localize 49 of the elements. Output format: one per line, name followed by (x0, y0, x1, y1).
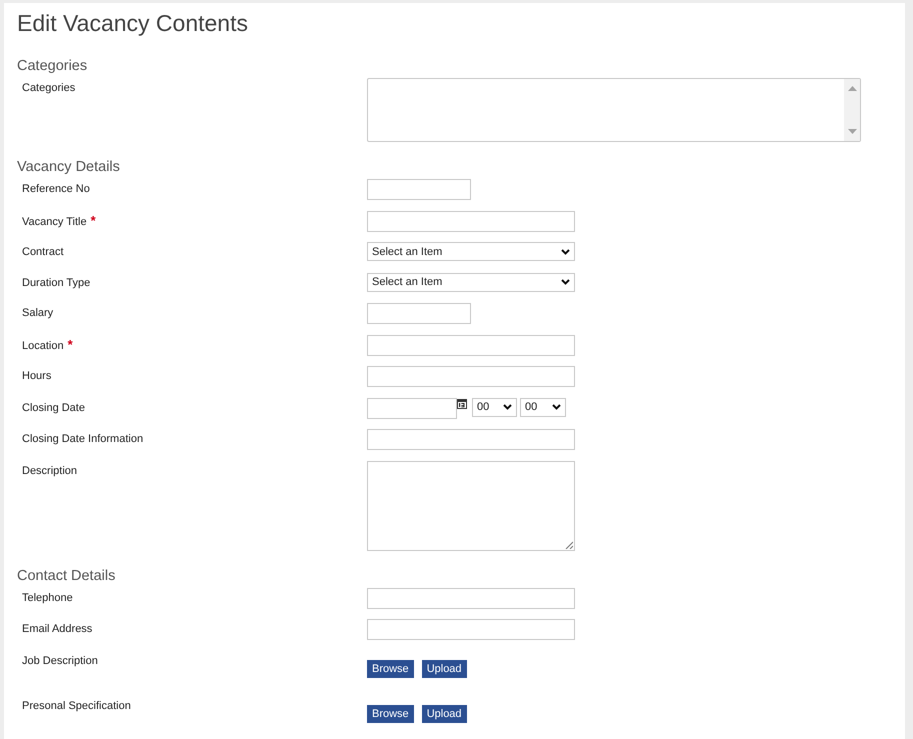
calendar-icon (457, 398, 467, 408)
field-label: Reference No (22, 182, 90, 196)
text-field[interactable] (367, 619, 575, 640)
field-label: Closing Date Information (22, 432, 144, 446)
chevron-icon (503, 404, 512, 410)
field-label: Presonal Specification (22, 699, 131, 713)
field-label: Job Description (22, 654, 98, 668)
field-label: Vacancy Title (22, 216, 87, 228)
field-label: Salary (22, 306, 54, 320)
field-label: Categories (22, 81, 76, 95)
chevron-icon (552, 404, 561, 410)
scrollbar[interactable] (844, 79, 860, 141)
upload-button[interactable]: Upload (422, 660, 467, 678)
date-field[interactable] (367, 398, 457, 418)
scroll-up-icon (848, 86, 856, 91)
field-label: Closing Date (22, 400, 85, 414)
resize-grip-icon (565, 540, 573, 548)
section-heading: Contact Details (17, 566, 116, 586)
browse-button[interactable]: Browse (367, 705, 414, 723)
field-label: Email Address (22, 622, 92, 636)
page-title: Edit Vacancy Contents (17, 9, 248, 38)
text-field[interactable] (367, 588, 575, 608)
required-mark: * (68, 336, 73, 352)
scroll-down-icon (848, 129, 856, 134)
text-field[interactable] (367, 210, 575, 232)
field-label: Location (22, 340, 64, 352)
chevron-icon (561, 248, 570, 254)
field-label: Duration Type (22, 276, 90, 290)
text-field[interactable] (367, 366, 575, 387)
list-box[interactable] (367, 78, 861, 142)
field-label: Contract (22, 245, 64, 259)
minute-dropdown[interactable]: 00 (520, 398, 566, 416)
hour-dropdown[interactable]: 00 (472, 398, 517, 416)
dropdown[interactable]: Select an Item (367, 272, 575, 292)
section-heading: Categories (17, 57, 88, 76)
text-field[interactable] (367, 334, 575, 356)
upload-button[interactable]: Upload (422, 705, 467, 723)
field-label: Hours (22, 369, 52, 383)
chevron-icon (561, 279, 570, 285)
section-heading: Vacancy Details (17, 158, 120, 177)
required-mark: * (90, 212, 96, 228)
text-field[interactable] (367, 303, 471, 324)
field-label: Description (22, 464, 78, 478)
dropdown[interactable]: Select an Item (367, 242, 575, 261)
text-field[interactable] (367, 429, 575, 450)
browse-button[interactable]: Browse (367, 660, 414, 678)
text-area[interactable] (367, 460, 575, 550)
field-label: Telephone (22, 590, 73, 604)
text-field[interactable] (367, 179, 471, 200)
